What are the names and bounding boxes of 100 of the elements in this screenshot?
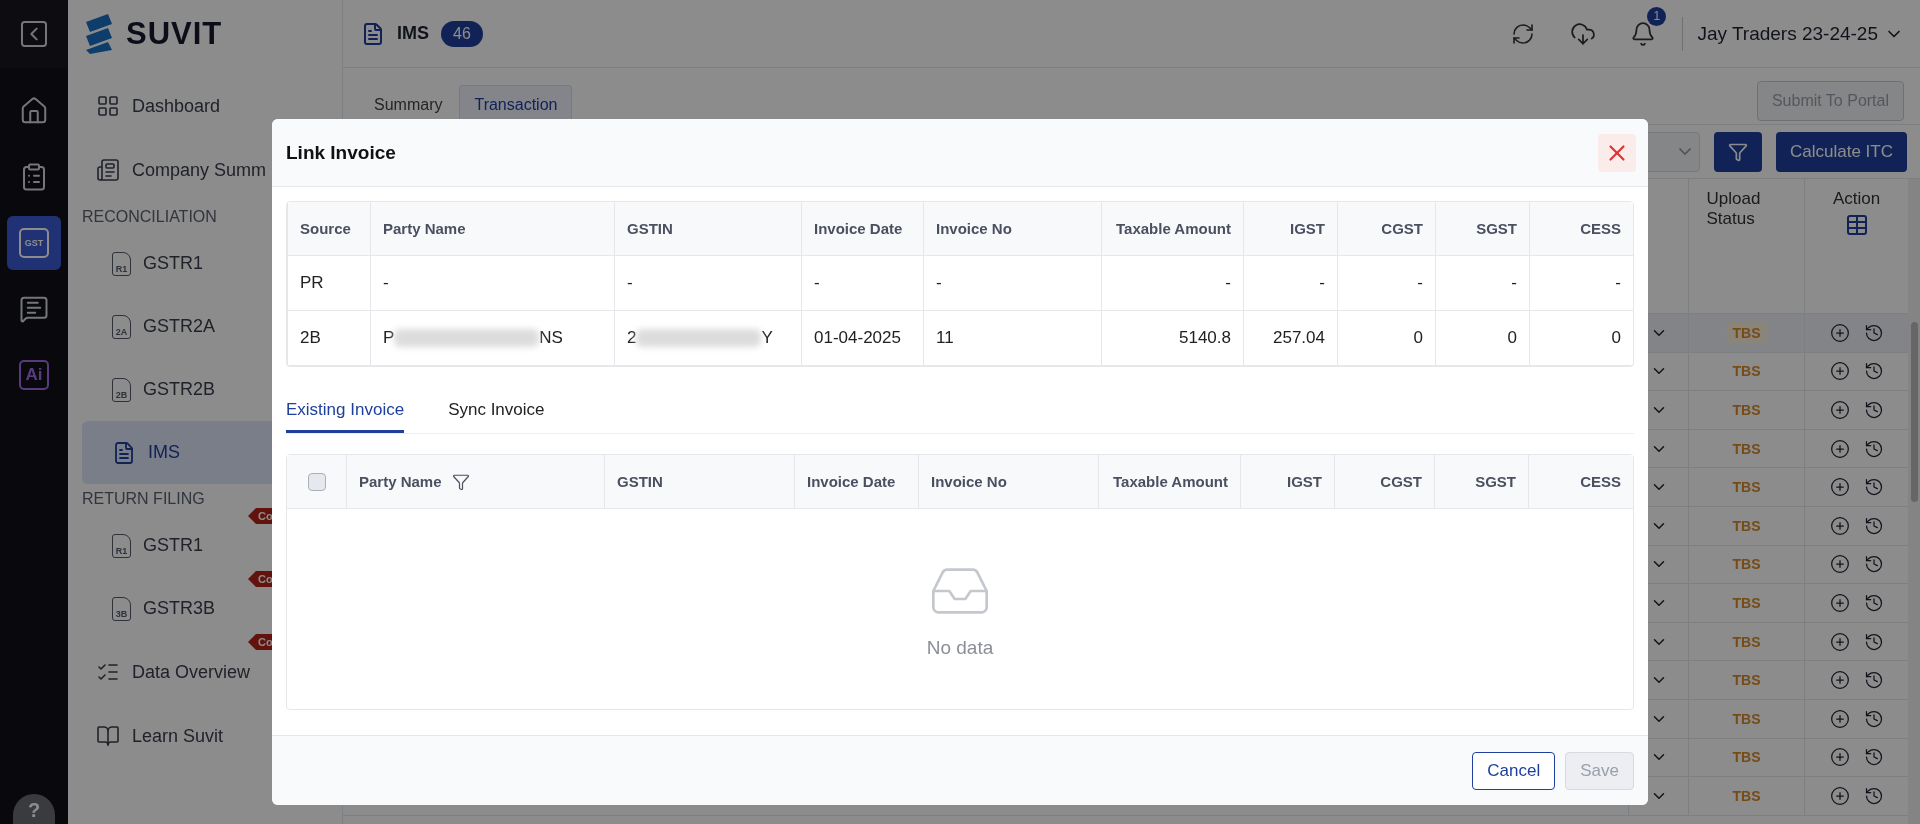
history-icon[interactable] bbox=[1863, 361, 1884, 382]
column-header: Party Name bbox=[359, 473, 442, 490]
history-icon[interactable] bbox=[1863, 322, 1884, 343]
history-icon[interactable] bbox=[1863, 631, 1884, 652]
add-icon[interactable] bbox=[1829, 670, 1850, 691]
table-cell: 0 bbox=[1529, 311, 1633, 366]
history-icon[interactable] bbox=[1863, 670, 1884, 691]
history-icon[interactable] bbox=[1863, 747, 1884, 768]
status-label: TBS bbox=[1731, 478, 1762, 498]
table-cell: - bbox=[923, 256, 1101, 311]
table-cell: - bbox=[1101, 256, 1243, 311]
company-selector[interactable]: Jay Traders 23-24-25 bbox=[1682, 16, 1904, 51]
history-icon[interactable] bbox=[1863, 400, 1884, 420]
column-header: Invoice No bbox=[918, 455, 1098, 509]
status-label: TBS bbox=[1731, 786, 1762, 806]
table-icon[interactable] bbox=[1844, 213, 1869, 237]
add-icon[interactable] bbox=[1829, 361, 1850, 382]
chat-icon bbox=[19, 294, 49, 324]
table-cell: 11 bbox=[923, 311, 1101, 366]
help-button[interactable]: ? bbox=[13, 794, 55, 824]
book-icon bbox=[96, 724, 120, 748]
table-cell: 2 Y bbox=[614, 311, 801, 366]
sidebar-toggle-icon[interactable] bbox=[18, 18, 50, 50]
table-cell: 01-04-2025 bbox=[801, 311, 923, 366]
count-badge: 46 bbox=[441, 20, 483, 47]
add-icon[interactable] bbox=[1829, 477, 1850, 498]
status-label: TBS bbox=[1731, 671, 1762, 691]
column-header: GSTIN bbox=[614, 202, 801, 256]
dialog-title: Link Invoice bbox=[286, 141, 396, 164]
column-header: CESS bbox=[1528, 455, 1633, 509]
history-icon[interactable] bbox=[1863, 438, 1884, 459]
add-icon[interactable] bbox=[1829, 438, 1850, 459]
add-icon[interactable] bbox=[1829, 400, 1850, 420]
document-icon bbox=[112, 440, 136, 465]
caret-icon bbox=[1679, 148, 1691, 155]
column-header: GSTIN bbox=[604, 455, 794, 509]
status-label: TBS bbox=[1726, 321, 1767, 344]
history-icon[interactable] bbox=[1863, 515, 1884, 536]
select-all-checkbox[interactable] bbox=[307, 472, 326, 491]
status-label: TBS bbox=[1731, 362, 1762, 382]
cancel-button[interactable]: Cancel bbox=[1472, 751, 1556, 790]
close-button[interactable] bbox=[1598, 133, 1636, 172]
section-heading: RECONCILIATION bbox=[82, 207, 217, 227]
rail-button[interactable]: GST bbox=[7, 216, 61, 270]
add-icon[interactable] bbox=[1829, 515, 1850, 536]
column-header: Taxable Amount bbox=[1098, 455, 1240, 509]
scrollbar[interactable] bbox=[1908, 179, 1920, 824]
status-label: TBS bbox=[1731, 593, 1762, 613]
table-cell: - bbox=[801, 256, 923, 311]
column-header: IGST bbox=[1240, 455, 1334, 509]
scrollbar-thumb[interactable] bbox=[1910, 322, 1918, 502]
filter-button[interactable] bbox=[1714, 131, 1762, 172]
add-icon[interactable] bbox=[1829, 592, 1850, 613]
column-header: SGST bbox=[1435, 202, 1529, 256]
history-icon[interactable] bbox=[1863, 708, 1884, 729]
calculate-button[interactable]: Calculate ITC bbox=[1776, 131, 1907, 172]
table-cell: 0 bbox=[1337, 311, 1435, 366]
table-cell: 257.04 bbox=[1243, 311, 1337, 366]
notification-badge: 1 bbox=[1647, 6, 1667, 26]
document-icon bbox=[361, 21, 385, 46]
column-header: CGST bbox=[1337, 202, 1435, 256]
column-header: Invoice Date bbox=[794, 455, 918, 509]
add-icon[interactable] bbox=[1829, 708, 1850, 729]
add-icon[interactable] bbox=[1829, 554, 1850, 575]
add-icon[interactable] bbox=[1829, 747, 1850, 768]
column-header: SGST bbox=[1434, 455, 1528, 509]
table-cell: - bbox=[1337, 256, 1435, 311]
download-icon[interactable] bbox=[1570, 20, 1597, 47]
nav-item[interactable]: Learn Suvit bbox=[82, 704, 341, 768]
table-cell: 2B bbox=[287, 311, 370, 366]
column-header: Action bbox=[1832, 189, 1881, 209]
add-icon[interactable] bbox=[1829, 785, 1850, 806]
status-label: TBS bbox=[1731, 555, 1762, 575]
tab[interactable]: Existing Invoice bbox=[286, 400, 405, 433]
filter-icon bbox=[1728, 141, 1748, 162]
history-icon[interactable] bbox=[1863, 785, 1884, 806]
file-icon: 2A bbox=[112, 314, 131, 339]
history-icon[interactable] bbox=[1863, 477, 1884, 498]
tab[interactable]: Sync Invoice bbox=[448, 400, 545, 433]
add-icon[interactable] bbox=[1829, 631, 1850, 652]
ai-icon: Ai bbox=[19, 360, 49, 390]
refresh-icon[interactable] bbox=[1511, 21, 1536, 46]
table-cell: - bbox=[1243, 256, 1337, 311]
column-header: CESS bbox=[1529, 202, 1633, 256]
status-label: TBS bbox=[1731, 439, 1762, 459]
file-icon: 3B bbox=[112, 596, 131, 621]
gst-icon: GST bbox=[19, 228, 49, 258]
file-icon: R1 bbox=[112, 251, 131, 276]
page-title: IMS bbox=[397, 23, 429, 44]
notification-icon[interactable] bbox=[1630, 20, 1657, 47]
nav-item[interactable]: Dashboard bbox=[82, 74, 341, 138]
filter-icon[interactable] bbox=[451, 472, 470, 491]
table-cell: - bbox=[1529, 256, 1633, 311]
status-label: TBS bbox=[1731, 632, 1762, 652]
section-heading: RETURN FILING bbox=[82, 489, 205, 509]
history-icon[interactable] bbox=[1863, 554, 1884, 575]
status-label: TBS bbox=[1731, 401, 1762, 420]
home-icon bbox=[19, 96, 49, 126]
add-icon[interactable] bbox=[1829, 322, 1850, 343]
history-icon[interactable] bbox=[1863, 592, 1884, 613]
